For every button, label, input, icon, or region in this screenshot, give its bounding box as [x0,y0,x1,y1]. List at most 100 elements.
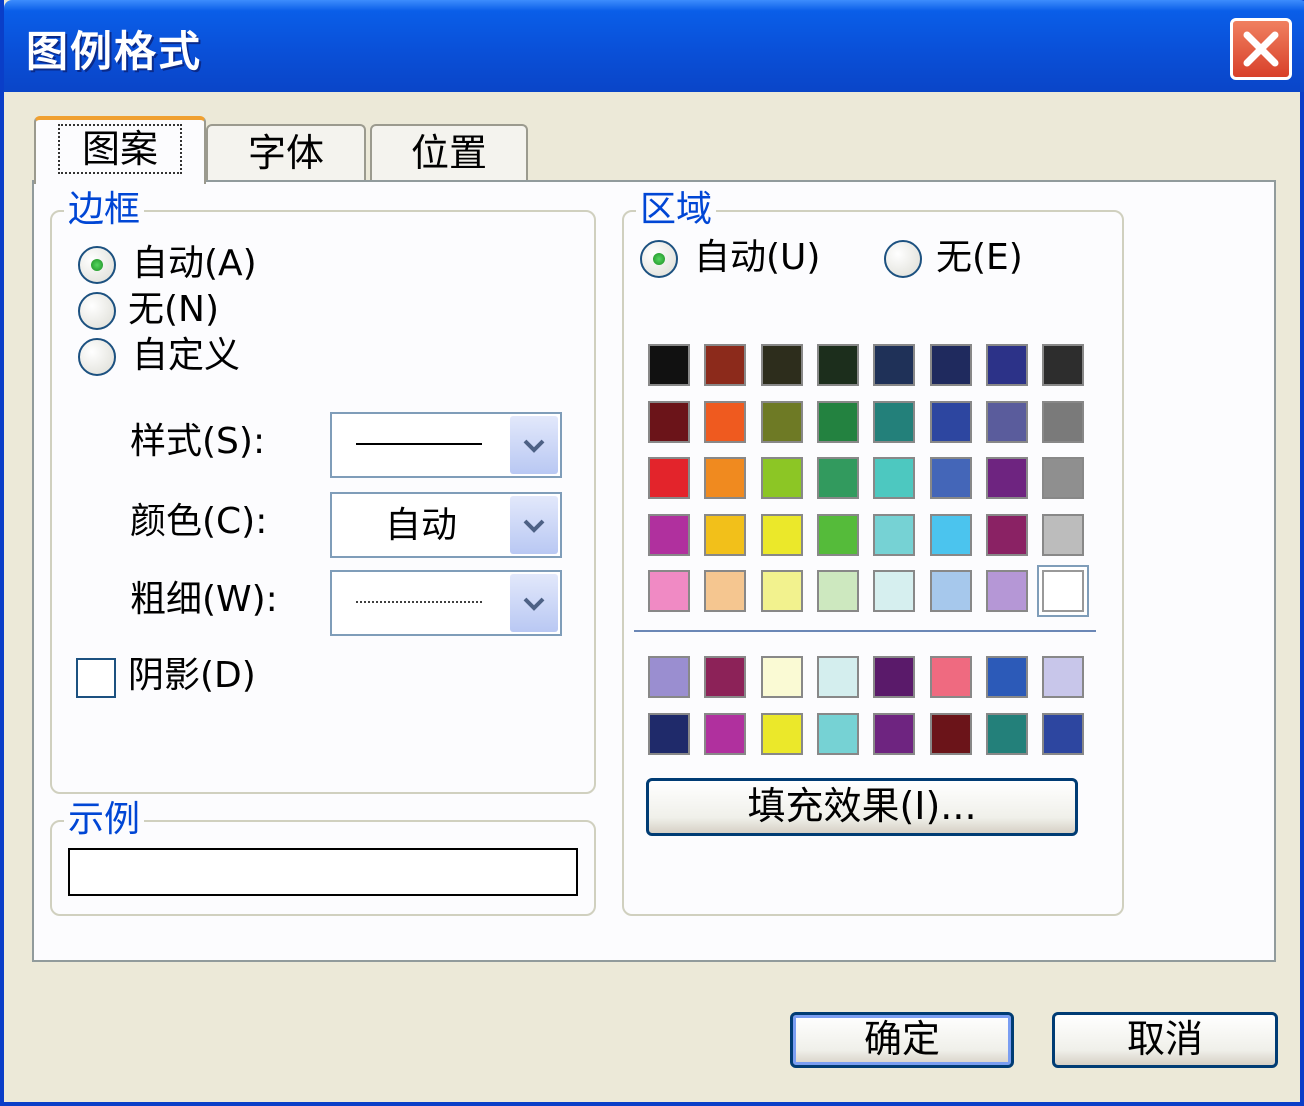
color-swatch[interactable] [873,400,916,443]
border-none-radio[interactable] [78,292,116,330]
color-swatch[interactable] [648,513,690,556]
tab-position-label: 位置 [410,131,487,175]
color-swatch[interactable] [1042,400,1085,443]
color-swatch[interactable] [929,513,972,556]
border-custom-radio[interactable] [78,338,116,376]
close-button[interactable] [1230,18,1292,80]
chevron-down-icon [523,519,545,533]
hairline-preview [356,601,482,603]
color-swatch[interactable] [1039,567,1088,615]
color-swatch[interactable] [1042,656,1085,698]
border-group-label: 边框 [64,190,145,230]
color-swatch[interactable] [1042,457,1085,499]
title-bar[interactable]: 图例格式 [4,0,1304,92]
color-swatch[interactable] [704,400,747,443]
chevron-down-icon [523,439,545,453]
color-swatch[interactable] [816,457,859,499]
color-swatch[interactable] [760,656,803,698]
color-swatch[interactable] [704,344,747,386]
color-swatch[interactable] [929,344,972,386]
color-swatch[interactable] [873,344,916,386]
color-swatch[interactable] [929,712,972,755]
color-swatch[interactable] [985,344,1028,386]
color-swatch[interactable] [760,570,803,612]
color-swatch[interactable] [873,712,916,755]
color-swatch[interactable] [985,656,1028,698]
color-dropdown-button[interactable] [510,496,558,554]
dialog-title: 图例格式 [26,27,203,76]
shadow-checkbox[interactable] [76,658,116,698]
color-swatch[interactable] [704,457,747,499]
color-swatch[interactable] [760,400,803,443]
weight-dropdown[interactable] [330,570,562,636]
color-swatch[interactable] [1042,344,1085,386]
color-swatch[interactable] [648,712,690,755]
color-swatch[interactable] [648,570,690,612]
color-swatch[interactable] [816,513,859,556]
border-auto-label: 自动(A) [132,243,257,284]
color-swatch[interactable] [816,344,859,386]
color-swatch[interactable] [704,513,747,556]
tab-position[interactable]: 位置 [370,124,528,182]
solid-line-preview [356,443,482,445]
color-swatch[interactable] [648,400,690,443]
color-swatch[interactable] [648,344,690,386]
sample-group-label: 示例 [64,800,145,840]
area-none-label: 无(E) [936,237,1023,278]
color-swatch[interactable] [1042,513,1085,556]
chevron-down-icon [523,597,545,611]
weight-dropdown-button[interactable] [510,574,558,632]
color-swatch[interactable] [816,570,859,612]
color-swatch[interactable] [985,570,1028,612]
color-swatch[interactable] [760,513,803,556]
color-swatch[interactable] [929,457,972,499]
tab-font[interactable]: 字体 [206,124,366,182]
color-swatch[interactable] [985,400,1028,443]
color-swatch[interactable] [929,400,972,443]
color-swatch[interactable] [760,457,803,499]
color-swatch[interactable] [985,712,1028,755]
tab-font-label: 字体 [247,131,324,175]
sample-preview-box [68,848,578,896]
color-swatch[interactable] [873,570,916,612]
border-none-label: 无(N) [128,289,220,330]
area-none-radio[interactable] [884,240,922,278]
color-swatch[interactable] [760,712,803,755]
color-swatch[interactable] [648,656,690,698]
color-swatch[interactable] [985,457,1028,499]
shadow-label: 阴影(D) [128,655,256,696]
style-dropdown[interactable] [330,412,562,478]
color-swatch[interactable] [1042,712,1085,755]
color-swatch[interactable] [873,457,916,499]
color-swatch[interactable] [816,712,859,755]
color-swatch[interactable] [929,570,972,612]
color-swatch[interactable] [873,656,916,698]
close-icon [1243,31,1279,67]
area-auto-label: 自动(U) [694,237,821,278]
color-swatch[interactable] [873,513,916,556]
cancel-button[interactable]: 取消 [1052,1012,1278,1068]
color-swatch[interactable] [648,457,690,499]
dialog-window: 图例格式 图案 字体 位置 边框 自动(A) 无(N) 自定义 样式(S): 颜… [0,0,1304,1106]
tab-pattern-label: 图案 [57,124,182,174]
area-auto-radio[interactable] [640,240,678,278]
color-swatch[interactable] [760,344,803,386]
color-swatch[interactable] [704,570,747,612]
tab-pattern[interactable]: 图案 [34,116,206,184]
color-swatch[interactable] [704,712,747,755]
fill-effects-button[interactable]: 填充效果(I)... [646,778,1078,836]
color-swatch[interactable] [985,513,1028,556]
border-custom-label: 自定义 [132,335,241,376]
color-swatch[interactable] [816,400,859,443]
color-swatch[interactable] [929,656,972,698]
color-dropdown[interactable]: 自动 [330,492,562,558]
tab-panel: 边框 自动(A) 无(N) 自定义 样式(S): 颜色(C): 自动 粗细(W)… [32,180,1276,962]
palette-divider [634,630,1096,632]
color-swatch[interactable] [816,656,859,698]
color-dropdown-value: 自动 [384,505,457,546]
style-dropdown-button[interactable] [510,416,558,474]
weight-label: 粗细(W): [130,579,278,620]
border-auto-radio[interactable] [78,246,116,284]
ok-button[interactable]: 确定 [790,1012,1014,1068]
color-swatch[interactable] [704,656,747,698]
